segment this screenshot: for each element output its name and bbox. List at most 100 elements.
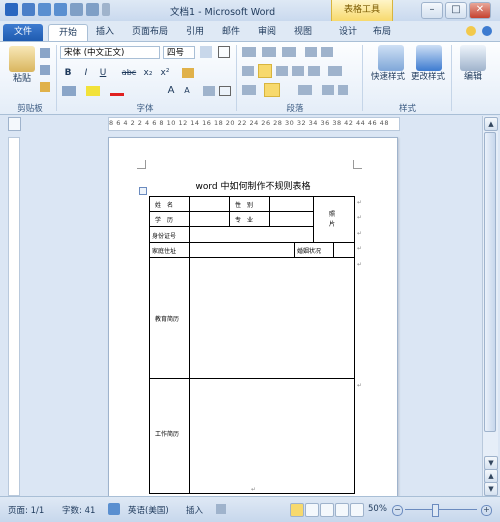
web-layout-icon[interactable] <box>320 503 334 517</box>
superscript-button[interactable]: x² <box>158 66 172 80</box>
shading-icon[interactable] <box>242 85 256 95</box>
change-styles-button[interactable]: 更改样式 <box>408 70 448 84</box>
scroll-up-icon[interactable]: ▲ <box>484 117 498 131</box>
vertical-scrollbar[interactable]: ▲ ▼ ▲ ▼ <box>482 116 498 496</box>
show-marks-icon[interactable] <box>338 85 348 95</box>
bold-button[interactable]: B <box>62 66 74 80</box>
align-center-icon[interactable] <box>258 64 272 78</box>
tab-home[interactable]: 开始 <box>48 24 88 42</box>
font-size-combo[interactable]: 四号 <box>163 46 195 59</box>
education-value-cell[interactable] <box>189 211 230 227</box>
increase-indent-icon[interactable] <box>321 47 333 57</box>
word-app-icon[interactable] <box>5 3 18 16</box>
document-page[interactable]: word 中如何制作不规则表格 姓 名 性 别 学 历 专 业 照 片 身份证号… <box>108 137 398 497</box>
print-preview-icon[interactable] <box>70 3 83 16</box>
paste-button-label[interactable]: 粘贴 <box>6 72 38 86</box>
help-icon[interactable] <box>482 26 492 36</box>
decrease-indent-icon[interactable] <box>305 47 317 57</box>
irregular-table[interactable]: 姓 名 性 别 学 历 专 业 照 片 身份证号 家庭住址 婚姻状况 教育简历 … <box>149 196 362 494</box>
paste-icon[interactable] <box>9 46 35 72</box>
grow-font-button[interactable]: A <box>165 84 177 98</box>
distributed-icon[interactable] <box>308 66 320 76</box>
page-count[interactable]: 页面: 1/1 <box>8 504 44 516</box>
undo-icon[interactable] <box>38 3 51 16</box>
major-value-cell[interactable] <box>269 211 314 227</box>
tab-layout[interactable]: 布局 <box>367 24 397 41</box>
horizontal-ruler[interactable]: 8 6 4 2 2 4 6 8 10 12 14 16 18 20 22 24 … <box>108 117 400 131</box>
scroll-down-icon[interactable]: ▼ <box>484 456 498 470</box>
font-name-combo[interactable]: 宋体 (中文正文) <box>60 46 160 59</box>
open-icon[interactable] <box>86 3 99 16</box>
vertical-ruler[interactable] <box>8 137 20 496</box>
character-border-icon[interactable] <box>218 46 230 58</box>
zoom-slider-track[interactable] <box>405 509 477 510</box>
zoom-out-icon[interactable]: − <box>392 505 403 516</box>
tab-insert[interactable]: 插入 <box>90 24 120 41</box>
font-color-icon[interactable] <box>110 86 124 96</box>
tab-file[interactable]: 文件 <box>3 24 43 41</box>
outline-view-icon[interactable] <box>335 503 349 517</box>
tab-mailings[interactable]: 邮件 <box>216 24 246 41</box>
customize-quick-access-icon[interactable] <box>102 3 110 16</box>
italic-button[interactable]: I <box>80 66 92 80</box>
table-move-handle-icon[interactable] <box>139 187 147 195</box>
name-value-cell[interactable] <box>189 196 230 212</box>
previous-page-icon[interactable]: ▲ <box>484 469 498 483</box>
strikethrough-button[interactable]: abc <box>120 66 138 80</box>
tab-view[interactable]: 视图 <box>288 24 318 41</box>
line-spacing-icon[interactable] <box>328 66 342 76</box>
language-indicator[interactable]: 英语(美国) <box>128 504 169 516</box>
tab-review[interactable]: 审阅 <box>252 24 282 41</box>
tab-design[interactable]: 设计 <box>333 24 363 41</box>
cut-icon[interactable] <box>40 48 50 58</box>
justify-icon[interactable] <box>292 66 304 76</box>
zoom-slider-thumb[interactable] <box>432 504 439 517</box>
find-icon[interactable] <box>460 45 486 71</box>
marital-status-value-cell[interactable] <box>333 242 355 258</box>
ruler-toggle-button[interactable] <box>8 117 21 131</box>
minimize-button[interactable]: – <box>421 2 443 19</box>
change-styles-icon[interactable] <box>416 45 442 71</box>
tab-references[interactable]: 引用 <box>180 24 210 41</box>
text-effects-icon[interactable] <box>62 86 76 96</box>
zoom-in-icon[interactable]: + <box>481 505 492 516</box>
tab-page-layout[interactable]: 页面布局 <box>125 24 175 41</box>
print-layout-view-icon[interactable] <box>290 503 304 517</box>
change-case-icon[interactable] <box>203 86 215 96</box>
full-screen-reading-icon[interactable] <box>305 503 319 517</box>
quick-styles-icon[interactable] <box>378 45 404 71</box>
clear-formatting-icon[interactable] <box>182 68 194 78</box>
address-value-cell[interactable] <box>189 242 295 258</box>
id-number-value-cell[interactable] <box>189 226 314 243</box>
underline-button[interactable]: U <box>97 66 109 80</box>
minimize-ribbon-icon[interactable] <box>466 26 476 36</box>
borders-icon[interactable] <box>264 83 280 97</box>
format-painter-icon[interactable] <box>40 82 50 92</box>
work-history-value-cell[interactable] <box>189 378 355 494</box>
subscript-button[interactable]: x₂ <box>141 66 155 80</box>
gender-value-cell[interactable] <box>269 196 314 212</box>
enclose-characters-icon[interactable] <box>219 86 231 96</box>
redo-icon[interactable] <box>54 3 67 16</box>
quick-styles-button[interactable]: 快速样式 <box>368 70 408 84</box>
next-page-icon[interactable]: ▼ <box>484 482 498 496</box>
zoom-level[interactable]: 50% <box>368 504 387 514</box>
save-icon[interactable] <box>22 3 35 16</box>
sort-icon[interactable] <box>322 85 334 95</box>
macro-record-icon[interactable] <box>216 504 226 514</box>
align-right-icon[interactable] <box>276 66 288 76</box>
maximize-button[interactable]: □ <box>445 2 467 19</box>
word-count[interactable]: 字数: 41 <box>62 504 95 516</box>
close-button[interactable]: ✕ <box>469 2 491 19</box>
insert-mode-indicator[interactable]: 插入 <box>186 504 203 516</box>
numbering-icon[interactable] <box>262 47 276 57</box>
highlight-color-icon[interactable] <box>86 86 100 96</box>
chinese-layout-icon[interactable] <box>298 85 312 95</box>
bullets-icon[interactable] <box>242 47 256 57</box>
editing-button[interactable]: 编辑 <box>455 70 491 84</box>
align-left-icon[interactable] <box>242 66 254 76</box>
draft-view-icon[interactable] <box>350 503 364 517</box>
copy-icon[interactable] <box>40 65 50 75</box>
proofing-icon[interactable] <box>108 503 120 515</box>
education-history-value-cell[interactable] <box>189 257 355 379</box>
